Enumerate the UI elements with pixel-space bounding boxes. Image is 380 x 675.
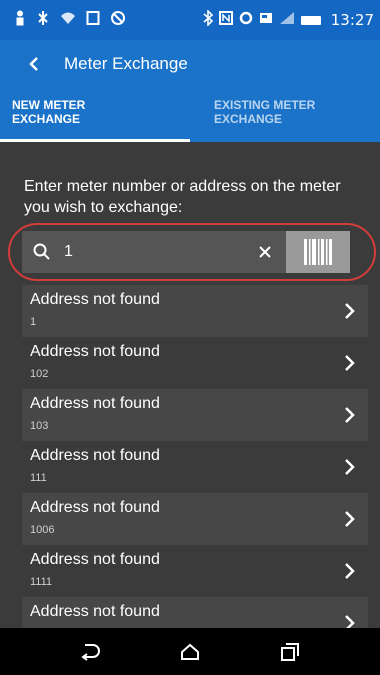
tab-label-line1: NEW METER [12, 98, 86, 112]
nav-recents-button[interactable] [270, 632, 310, 672]
status-time: 13:27 [330, 11, 374, 29]
list-item[interactable]: Address not found 1 [22, 285, 368, 337]
recents-nav-icon [281, 642, 299, 661]
tab-existing-meter-exchange[interactable]: EXISTING METER EXCHANGE [190, 88, 380, 142]
sync-icon [110, 10, 126, 30]
list-item[interactable]: Address not found [22, 597, 368, 628]
result-title: Address not found [30, 499, 160, 516]
list-item[interactable]: Address not found 1006 [22, 493, 368, 545]
page-title: Meter Exchange [64, 54, 188, 73]
app-bar: Meter Exchange [0, 40, 380, 88]
phone-screen: 13:27 Meter Exchange NEW METER EXCHANGE … [0, 0, 380, 675]
status-bar: 13:27 [0, 0, 380, 40]
close-icon [259, 246, 271, 258]
wifi-icon [60, 11, 76, 29]
tab-bar: NEW METER EXCHANGE EXISTING METER EXCHAN… [0, 88, 380, 142]
list-item[interactable]: Address not found 102 [22, 337, 368, 389]
result-title: Address not found [30, 343, 160, 360]
search-box [22, 231, 286, 273]
barcode-icon [304, 239, 332, 265]
list-item[interactable]: Address not found 111 [22, 441, 368, 493]
clear-search-button[interactable] [254, 241, 276, 263]
chevron-right-icon [345, 459, 355, 475]
instruction-text: Enter meter number or address on the met… [24, 178, 341, 216]
search-input[interactable] [62, 242, 246, 262]
result-meter-number: 111 [30, 472, 47, 484]
signal-icon [279, 11, 295, 29]
result-meter-number: 1 [30, 316, 37, 328]
back-nav-icon [81, 643, 100, 661]
list-item[interactable]: Address not found 1111 [22, 545, 368, 597]
battery-icon [300, 15, 321, 25]
person-icon [14, 10, 26, 30]
result-title: Address not found [30, 603, 160, 620]
chevron-right-icon [345, 563, 355, 579]
chevron-right-icon [345, 303, 355, 319]
chevron-right-icon [345, 407, 355, 423]
status-left-icons [0, 10, 126, 30]
nfc-icon [218, 11, 233, 29]
barcode-scan-button[interactable] [286, 231, 350, 273]
system-nav-bar [0, 628, 380, 675]
result-title: Address not found [30, 551, 160, 568]
location-icon [239, 11, 253, 29]
main-content: Enter meter number or address on the met… [0, 142, 380, 628]
chevron-right-icon [345, 511, 355, 527]
bluetooth-off-icon [36, 10, 50, 30]
chevron-right-icon [345, 355, 355, 371]
result-meter-number: 1111 [30, 576, 53, 588]
tab-label-line1: EXISTING METER [214, 98, 316, 112]
result-title: Address not found [30, 447, 160, 464]
home-nav-icon [181, 643, 199, 660]
search-row [22, 231, 350, 273]
result-title: Address not found [30, 395, 160, 412]
result-title: Address not found [30, 291, 160, 308]
results-list: Address not found 1 Address not found 10… [22, 285, 368, 628]
result-meter-number: 102 [30, 368, 49, 380]
list-item[interactable]: Address not found 103 [22, 389, 368, 441]
search-icon [33, 243, 50, 260]
back-button[interactable] [16, 40, 52, 88]
result-meter-number: 1006 [30, 524, 55, 536]
nav-back-button[interactable] [70, 632, 110, 672]
chevron-left-icon [29, 57, 38, 71]
notification-icon [259, 11, 273, 29]
bluetooth-icon [203, 9, 213, 30]
chevron-right-icon [345, 615, 355, 628]
tab-label-line2: EXCHANGE [12, 112, 81, 126]
nav-home-button[interactable] [170, 632, 210, 672]
result-meter-number: 103 [30, 420, 49, 432]
tab-new-meter-exchange[interactable]: NEW METER EXCHANGE [0, 88, 190, 142]
tablet-icon [86, 10, 100, 30]
tab-label-line2: EXCHANGE [214, 112, 283, 126]
status-right-icons: 13:27 [203, 9, 380, 30]
